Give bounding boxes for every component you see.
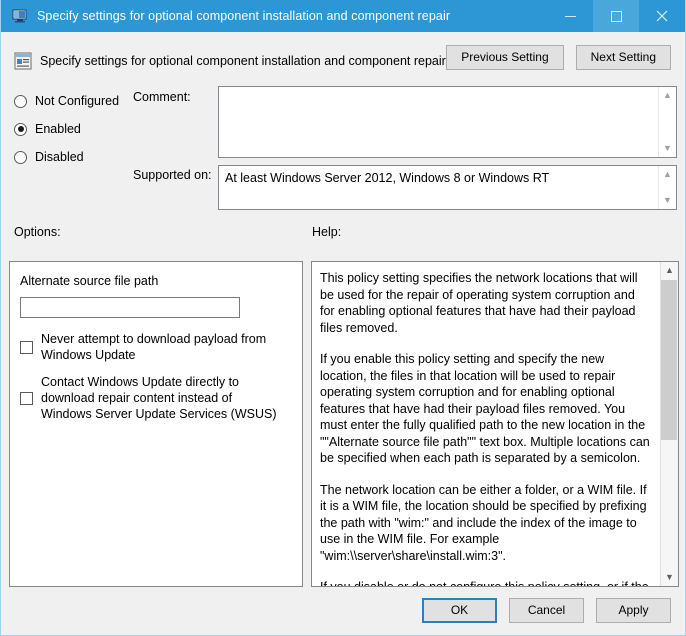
next-setting-button[interactable]: Next Setting [575, 45, 671, 70]
maximize-button[interactable] [593, 0, 639, 32]
dialog-footer-buttons: OK Cancel Apply [422, 598, 671, 623]
scroll-down-icon[interactable]: ▼ [661, 569, 678, 586]
radio-not-configured[interactable]: Not Configured [14, 87, 134, 115]
options-label: Options: [14, 225, 61, 239]
help-label: Help: [312, 225, 342, 239]
checkbox-never-download-payload-indicator [20, 340, 33, 354]
radio-disabled-label: Disabled [35, 150, 84, 164]
policy-state-radio-group: Not Configured Enabled Disabled [14, 87, 134, 171]
comment-textarea[interactable]: ▲ ▼ [218, 86, 677, 158]
comment-label: Comment: [133, 90, 191, 104]
checkbox-never-download-payload-label: Never attempt to download payload from W… [41, 332, 267, 362]
help-paragraph: This policy setting specifies the networ… [320, 271, 638, 335]
policy-setting-icon [14, 52, 32, 70]
radio-disabled[interactable]: Disabled [14, 143, 134, 171]
close-button[interactable] [639, 0, 685, 32]
scroll-down-icon[interactable]: ▼ [659, 192, 676, 209]
state-and-meta-section: Not Configured Enabled Disabled Comment:… [1, 82, 685, 218]
radio-not-configured-label: Not Configured [35, 94, 120, 108]
comment-scrollbar[interactable]: ▲ ▼ [658, 87, 676, 157]
help-text: This policy setting specifies the networ… [312, 262, 660, 586]
minimize-button[interactable] [547, 0, 593, 32]
radio-enabled-label: Enabled [35, 122, 81, 136]
checkbox-contact-windows-update[interactable]: Contact Windows Update directly to downl… [20, 374, 292, 422]
supported-on-label: Supported on: [133, 168, 212, 182]
setting-title: Specify settings for optional component … [40, 53, 446, 68]
options-panel: Alternate source file path Never attempt… [9, 261, 303, 587]
help-scrollbar-thumb[interactable] [661, 280, 677, 440]
title-bar: Specify settings for optional component … [1, 0, 685, 32]
alternate-source-path-input[interactable] [20, 297, 240, 318]
comment-value [219, 87, 658, 157]
maximize-icon [610, 10, 622, 22]
radio-enabled[interactable]: Enabled [14, 115, 134, 143]
supported-on-scrollbar[interactable]: ▲ ▼ [658, 166, 676, 209]
help-scrollbar[interactable]: ▲ ▼ [660, 262, 678, 586]
scroll-down-icon[interactable]: ▼ [659, 140, 676, 157]
scroll-up-icon[interactable]: ▲ [659, 87, 676, 104]
help-paragraph: If you disable or do not configure this … [320, 579, 650, 586]
checkbox-contact-windows-update-label: Contact Windows Update directly to downl… [41, 375, 277, 421]
computer-policy-icon [12, 8, 28, 24]
scroll-up-icon[interactable]: ▲ [661, 262, 678, 279]
checkbox-never-download-payload[interactable]: Never attempt to download payload from W… [20, 331, 292, 363]
minimize-icon [564, 15, 576, 17]
previous-setting-button[interactable]: Previous Setting [446, 45, 564, 70]
close-icon [656, 10, 668, 22]
checkbox-contact-windows-update-indicator [20, 391, 33, 405]
window-controls [547, 0, 685, 32]
radio-enabled-indicator [14, 122, 27, 136]
group-policy-settings-dialog: Specify settings for optional component … [0, 0, 686, 636]
supported-on-textarea: At least Windows Server 2012, Windows 8 … [218, 165, 677, 210]
ok-button[interactable]: OK [422, 598, 497, 623]
help-paragraph: The network location can be either a fol… [320, 482, 647, 563]
cancel-button[interactable]: Cancel [509, 598, 584, 623]
help-paragraph: If you enable this policy setting and sp… [320, 352, 650, 465]
radio-disabled-indicator [14, 150, 27, 164]
scroll-up-icon[interactable]: ▲ [659, 166, 676, 183]
setting-nav-buttons: Previous Setting Next Setting [446, 45, 671, 70]
apply-button[interactable]: Apply [596, 598, 671, 623]
help-panel: This policy setting specifies the networ… [311, 261, 679, 587]
window-title: Specify settings for optional component … [37, 9, 451, 23]
alternate-source-path-label: Alternate source file path [20, 274, 159, 288]
radio-not-configured-indicator [14, 94, 27, 108]
supported-on-value: At least Windows Server 2012, Windows 8 … [225, 171, 550, 185]
